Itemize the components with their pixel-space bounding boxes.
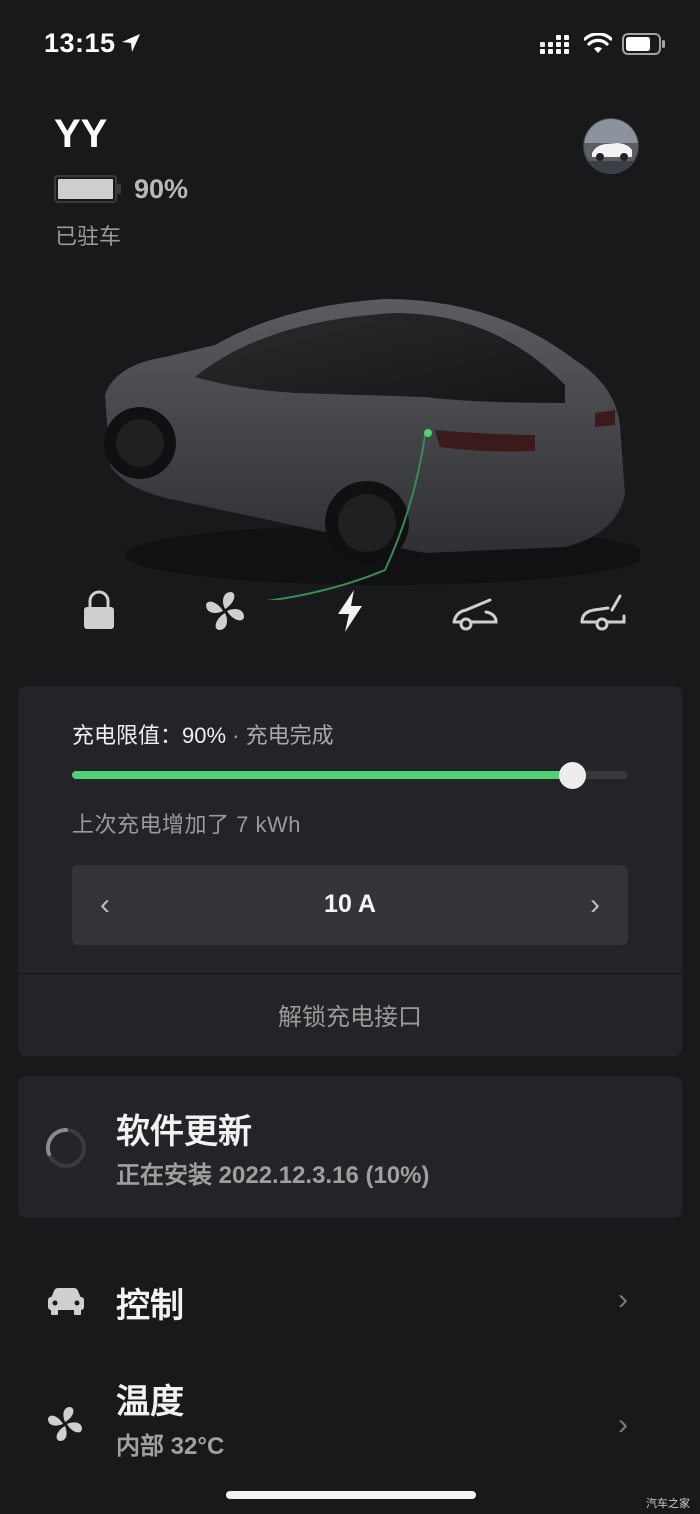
vehicle-battery-icon: [54, 175, 121, 203]
lock-icon[interactable]: [74, 588, 124, 634]
vehicle-avatar[interactable]: [583, 118, 639, 174]
location-arrow-icon: [122, 34, 140, 52]
charge-limit-label: 充电限值：90%: [72, 723, 227, 748]
vehicle-name: YY: [54, 112, 108, 156]
charge-limit-slider-fill: [72, 771, 572, 779]
charge-bolt-icon[interactable]: [325, 588, 375, 634]
amp-decrease-button[interactable]: ‹: [92, 885, 118, 925]
watermark: 汽车之家: [646, 1498, 690, 1510]
chevron-right-icon[interactable]: ›: [618, 1283, 644, 1319]
climate-menu-item[interactable]: 温度: [116, 1374, 184, 1423]
unlock-charge-port-button[interactable]: 解锁充电接口: [18, 980, 682, 1056]
frunk-icon[interactable]: [450, 588, 500, 634]
progress-spinner-icon: [45, 1127, 86, 1168]
battery-status-icon: [622, 33, 665, 55]
fan-icon[interactable]: [200, 588, 250, 634]
cellular-signal-icon: [540, 35, 569, 54]
charge-limit-text: 充电限值：90% · 充电完成: [72, 718, 334, 750]
controls-menu-item[interactable]: 控制: [116, 1278, 184, 1327]
software-update-title: 软件更新: [116, 1113, 252, 1151]
amp-value: 10 A: [324, 890, 376, 918]
card-divider: [18, 973, 682, 974]
wifi-icon: [584, 33, 612, 53]
home-indicator[interactable]: [226, 1491, 476, 1499]
status-time: 13:15: [44, 28, 116, 58]
charge-state: 充电完成: [245, 723, 334, 748]
park-status: 已驻车: [55, 224, 122, 249]
battery-percent: 90%: [134, 174, 189, 204]
amp-increase-button[interactable]: ›: [582, 885, 608, 925]
software-update-detail: 正在安装 2022.12.3.16 (10%): [116, 1162, 430, 1189]
charge-separator: ·: [226, 723, 246, 748]
car-icon: [48, 1288, 84, 1315]
charge-limit-slider-thumb[interactable]: [558, 762, 586, 789]
last-charge-info: 上次充电增加了 7 kWh: [72, 812, 301, 837]
chevron-right-icon[interactable]: ›: [618, 1408, 644, 1444]
interior-temperature: 内部 32°C: [116, 1433, 225, 1460]
trunk-icon[interactable]: [578, 588, 628, 634]
car-image: [104, 299, 640, 600]
climate-fan-icon: [48, 1407, 82, 1441]
